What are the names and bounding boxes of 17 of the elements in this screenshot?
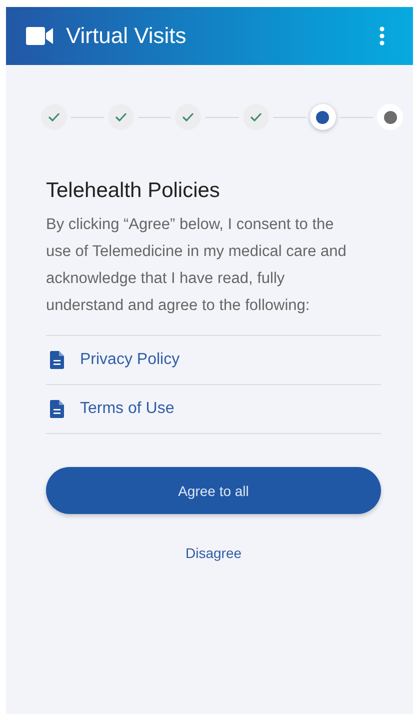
step-indicator	[377, 104, 404, 130]
app-title: Virtual Visits	[66, 23, 188, 49]
menu-button[interactable]	[379, 26, 385, 46]
step-indicator	[108, 104, 134, 130]
document-icon	[50, 351, 64, 369]
document-link[interactable]: Privacy Policy	[80, 351, 180, 369]
step-indicator	[310, 104, 336, 130]
agree-button[interactable]: Agree to all	[46, 467, 381, 514]
step-indicator	[242, 104, 269, 130]
step-indicator	[41, 104, 67, 130]
step-indicator	[175, 104, 202, 130]
consent-text: By clicking “Agree” below, I consent to the use of Telemedicine in my medical care and acknowledge that I have read, fully understand and agree to the following:	[46, 215, 348, 316]
disagree-link[interactable]: Disagree	[185, 545, 242, 561]
document-icon	[50, 400, 64, 418]
page-heading: Telehealth Policies	[46, 179, 221, 203]
document-link[interactable]: Terms of Use	[80, 400, 174, 418]
video-camera-icon	[26, 26, 54, 46]
